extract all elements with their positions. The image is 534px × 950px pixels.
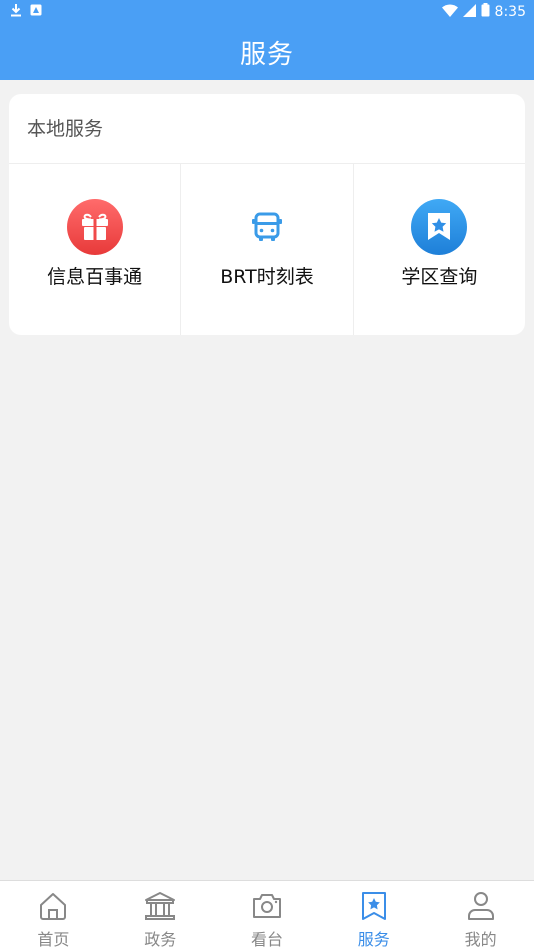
battery-icon	[481, 3, 490, 21]
tab-services[interactable]: 服务	[320, 881, 427, 950]
service-label: 信息百事通	[47, 266, 143, 288]
tab-government[interactable]: 政务	[107, 881, 214, 950]
local-services-card: 本地服务 信息百事通 BRT时刻表 学区查询	[9, 94, 525, 335]
home-icon	[36, 889, 70, 923]
wifi-icon	[441, 4, 458, 21]
bookmark-star-icon	[411, 199, 468, 255]
tab-label: 首页	[37, 930, 70, 949]
bottom-tab-bar: 首页 政务 看台 服务 我的	[0, 880, 534, 950]
tab-label: 服务	[357, 930, 390, 949]
page-title: 服务	[239, 39, 294, 70]
service-grid: 信息百事通 BRT时刻表 学区查询	[9, 164, 525, 335]
service-label: BRT时刻表	[220, 266, 314, 288]
tab-label: 我的	[464, 930, 497, 949]
tab-mine[interactable]: 我的	[427, 881, 534, 950]
government-icon	[143, 889, 177, 923]
local-services-title: 本地服务	[9, 94, 525, 164]
download-icon	[10, 3, 22, 21]
gift-icon	[66, 199, 123, 255]
signal-icon	[462, 3, 476, 21]
camera-icon	[250, 889, 284, 923]
tab-viewing-stand[interactable]: 看台	[214, 881, 321, 950]
status-time: 8:35	[494, 4, 526, 20]
tab-home[interactable]: 首页	[0, 881, 107, 950]
user-icon	[464, 889, 498, 923]
service-brt-schedule[interactable]: BRT时刻表	[181, 164, 354, 335]
service-label: 学区查询	[401, 266, 478, 288]
bookmark-star-icon	[357, 889, 391, 923]
bus-icon	[239, 199, 295, 255]
header: 服务	[0, 24, 534, 80]
status-bar: 8:35	[0, 0, 534, 24]
tab-label: 政务	[144, 930, 177, 949]
service-info-baishitong[interactable]: 信息百事通	[9, 164, 182, 335]
tab-label: 看台	[250, 930, 283, 949]
service-school-district-query[interactable]: 学区查询	[354, 164, 525, 335]
notification-icon	[30, 4, 42, 20]
